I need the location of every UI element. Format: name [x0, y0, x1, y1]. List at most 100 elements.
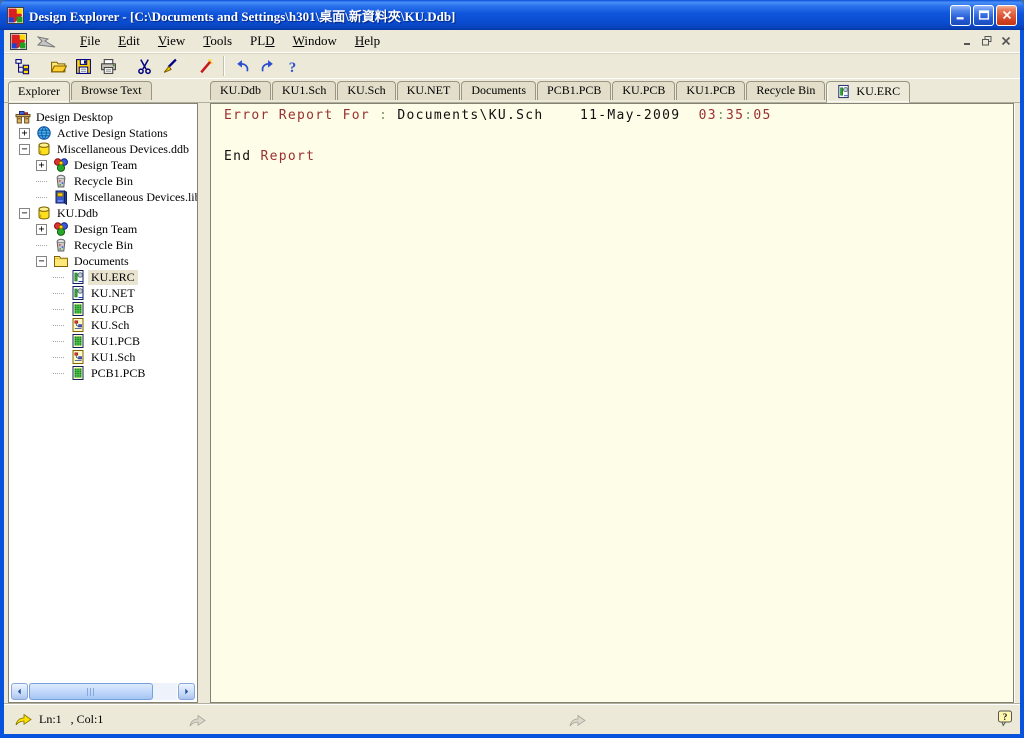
- cut-button[interactable]: [132, 55, 157, 78]
- menu-view[interactable]: View: [149, 30, 194, 52]
- tree-indent: [53, 309, 70, 310]
- open-document-button[interactable]: [46, 55, 71, 78]
- tree-item-documents[interactable]: − Documents: [9, 253, 197, 269]
- design-explorer-logo-icon: [7, 7, 24, 24]
- mdi-restore-button[interactable]: [978, 34, 995, 49]
- report-line: Error Report For : Documents\KU.Sch 11-M…: [224, 109, 1013, 123]
- net-doc-icon: [70, 285, 88, 301]
- tree-item-label: Miscellaneous Devices.lib: [71, 190, 197, 205]
- recycle-bin-icon: [53, 173, 71, 189]
- doc-tab-ku-erc[interactable]: KU.ERC: [826, 81, 910, 103]
- open-folder-icon: [50, 58, 67, 75]
- expand-toggle[interactable]: +: [36, 224, 47, 235]
- doc-tab-ku-ddb[interactable]: KU.Ddb: [210, 81, 271, 100]
- scroll-right-button[interactable]: [178, 683, 195, 700]
- scroll-track[interactable]: [29, 683, 177, 700]
- tree-item-ku-pcb[interactable]: KU.PCB: [9, 301, 197, 317]
- panel-tab-explorer[interactable]: Explorer: [8, 81, 70, 103]
- scissors-icon: [136, 58, 153, 75]
- tab-label: Documents: [471, 83, 526, 98]
- collapse-toggle[interactable]: −: [19, 144, 30, 155]
- redo-button[interactable]: [255, 55, 280, 78]
- tree-item-recycle-bin[interactable]: Recycle Bin: [9, 173, 197, 189]
- printer-icon: [100, 58, 117, 75]
- tree-item-label: Active Design Stations: [54, 126, 171, 141]
- tree-item-label: Documents: [71, 254, 132, 269]
- menu-edit[interactable]: Edit: [109, 30, 149, 52]
- tree-item-miscellaneous-devices-ddb[interactable]: −Miscellaneous Devices.ddb: [9, 141, 197, 157]
- menu-tools[interactable]: Tools: [194, 30, 241, 52]
- maximize-button[interactable]: [973, 5, 994, 26]
- save-document-button[interactable]: [71, 55, 96, 78]
- tree-item-ku-net[interactable]: KU.NET: [9, 285, 197, 301]
- tree-item-active-design-stations[interactable]: + Active Design Stations: [9, 125, 197, 141]
- help-button[interactable]: ?: [280, 55, 305, 78]
- menu-pld[interactable]: PLD: [241, 30, 284, 52]
- doc-tab-pcb1-pcb[interactable]: PCB1.PCB: [537, 81, 611, 100]
- expand-toggle[interactable]: +: [19, 128, 30, 139]
- tree-item-label: KU.NET: [88, 286, 138, 301]
- tree-item-design-desktop[interactable]: Design Desktop: [9, 109, 197, 125]
- close-button[interactable]: [996, 5, 1017, 26]
- mdi-minimize-button[interactable]: [959, 34, 976, 49]
- tree-indent: +: [36, 160, 53, 171]
- help-bubble-icon[interactable]: ?: [997, 710, 1013, 728]
- svg-text:?: ?: [289, 59, 296, 74]
- wand-icon: [197, 58, 214, 75]
- tree-item-recycle-bin[interactable]: Recycle Bin: [9, 237, 197, 253]
- tree-item-ku1-pcb[interactable]: KU1.PCB: [9, 333, 197, 349]
- doc-tab-documents[interactable]: Documents: [461, 81, 536, 100]
- tree-item-ku-erc[interactable]: KU.ERC: [9, 269, 197, 285]
- jump-arrow-gray-icon: [568, 713, 587, 728]
- erc-doc-icon: [70, 269, 88, 285]
- scroll-thumb[interactable]: [29, 683, 153, 700]
- expand-toggle[interactable]: +: [36, 160, 47, 171]
- mdi-close-button[interactable]: [997, 34, 1014, 49]
- doc-tab-ku1-sch[interactable]: KU1.Sch: [272, 81, 336, 100]
- tree-item-ku1-sch[interactable]: KU1.Sch: [9, 349, 197, 365]
- tree-item-design-team[interactable]: +Design Team: [9, 221, 197, 237]
- menu-file[interactable]: File: [71, 30, 109, 52]
- tree-item-ku-sch[interactable]: KU.Sch: [9, 317, 197, 333]
- title-bar: Design Explorer - [C:\Documents and Sett…: [0, 0, 1024, 30]
- client-area: FileEditViewToolsPLDWindowHelp ? Explore…: [4, 30, 1020, 734]
- scroll-left-button[interactable]: [11, 683, 28, 700]
- report-view[interactable]: Error Report For : Documents\KU.Sch 11-M…: [210, 103, 1014, 703]
- tree-item-label: Recycle Bin: [71, 238, 136, 253]
- doc-tab-ku1-pcb[interactable]: KU1.PCB: [676, 81, 745, 100]
- minimize-button[interactable]: [950, 5, 971, 26]
- tree-indent: [53, 373, 70, 374]
- menu-help[interactable]: Help: [346, 30, 389, 52]
- tree-item-ku-ddb[interactable]: −KU.Ddb: [9, 205, 197, 221]
- tree-item-label: Design Desktop: [33, 110, 116, 125]
- knife-button[interactable]: [157, 55, 182, 78]
- wand-button[interactable]: [193, 55, 218, 78]
- panel-tab-browse-text[interactable]: Browse Text: [71, 81, 152, 100]
- collapse-toggle[interactable]: −: [19, 208, 30, 219]
- menu-window[interactable]: Window: [284, 30, 346, 52]
- tree-indent: −: [19, 208, 36, 219]
- undo-arrow-icon: [234, 58, 251, 75]
- tree-connector: [53, 325, 64, 326]
- tree-connector: [36, 245, 47, 246]
- tree-item-miscellaneous-devices-lib[interactable]: Miscellaneous Devices.lib: [9, 189, 197, 205]
- collapse-toggle[interactable]: −: [36, 256, 47, 267]
- doc-tab-ku-sch[interactable]: KU.Sch: [337, 81, 395, 100]
- doc-tab-recycle-bin[interactable]: Recycle Bin: [746, 81, 825, 100]
- tree-item-pcb1-pcb[interactable]: PCB1.PCB: [9, 365, 197, 381]
- jump-arrow-gray-icon: [188, 713, 207, 728]
- doc-tab-ku-pcb[interactable]: KU.PCB: [612, 81, 675, 100]
- design-manager-toggle-button[interactable]: [10, 55, 35, 78]
- tree-item-label: KU1.PCB: [88, 334, 143, 349]
- print-document-button[interactable]: [96, 55, 121, 78]
- tree-indent: +: [36, 224, 53, 235]
- window-controls: [950, 5, 1017, 26]
- tree-horizontal-scrollbar[interactable]: [11, 683, 195, 700]
- pcb-doc-icon: [70, 365, 88, 381]
- undo-button[interactable]: [230, 55, 255, 78]
- dropdown-arrow-icon[interactable]: [35, 34, 61, 49]
- doc-tab-ku-net[interactable]: KU.NET: [397, 81, 461, 100]
- tab-label: Explorer: [18, 84, 60, 99]
- tree-item-design-team[interactable]: +Design Team: [9, 157, 197, 173]
- tree-connector: [36, 197, 47, 198]
